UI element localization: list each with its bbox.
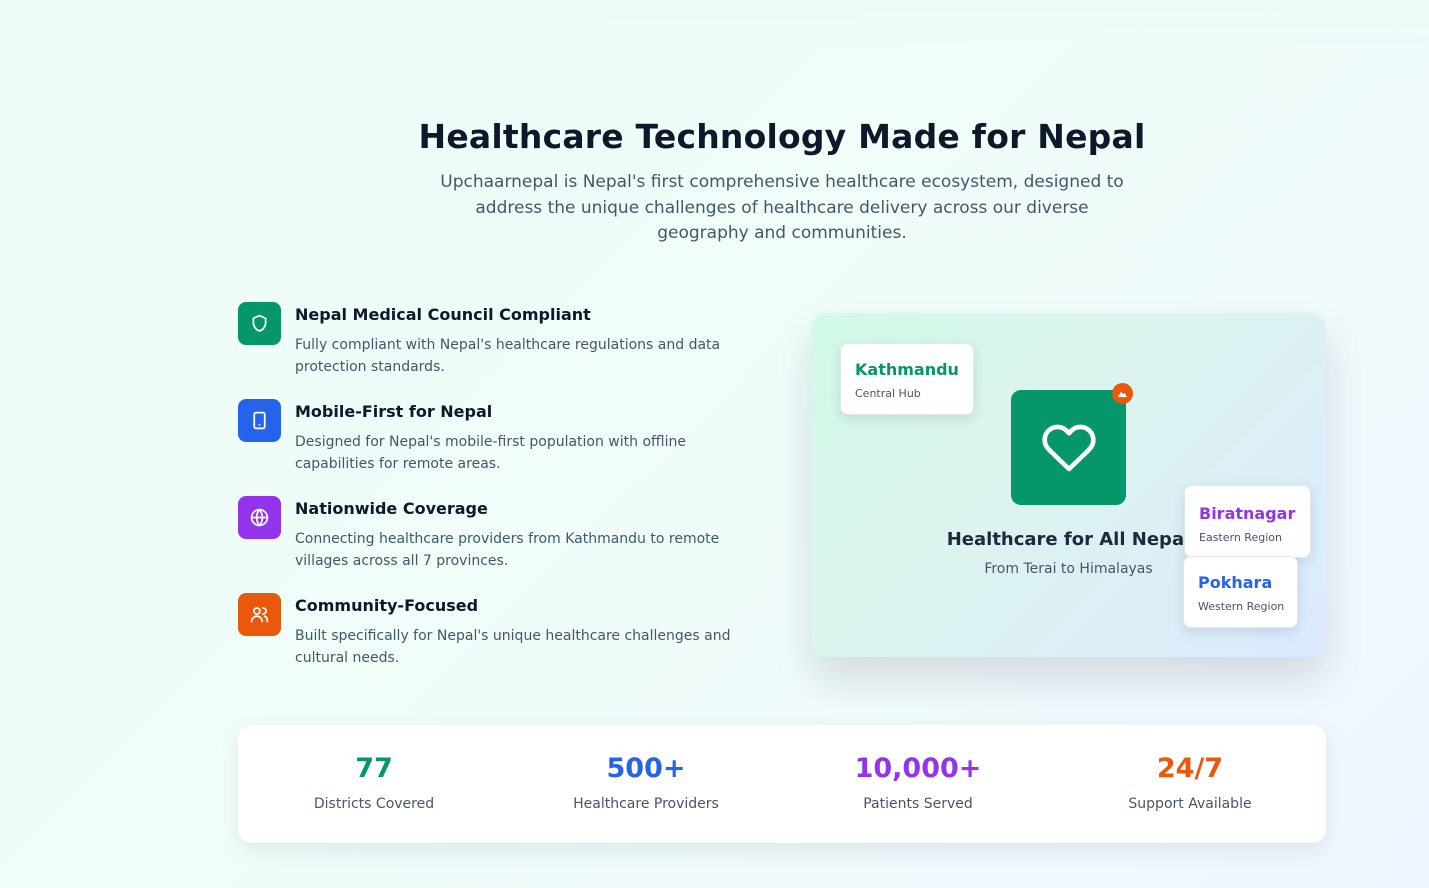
mountain-icon [1112,383,1133,404]
city-card-pokhara: Pokhara Western Region [1183,556,1298,628]
city-card-kathmandu: Kathmandu Central Hub [840,343,974,415]
heart-icon [1011,390,1126,505]
stat-patients: 10,000+ Patients Served [782,725,1054,843]
stat-support: 24/7 Support Available [1054,725,1326,843]
stat-label: Healthcare Providers [573,796,719,812]
page-subtitle: Upchaarnepal is Nepal's first comprehens… [440,172,1124,243]
feature-item-community: Community-Focused Built specifically for… [238,593,758,690]
city-region: Western Region [1198,600,1285,613]
stat-label: Support Available [1128,796,1252,812]
stat-value: 10,000+ [854,753,982,784]
city-region: Central Hub [855,387,921,400]
feature-title: Community-Focused [295,596,479,615]
stat-value: 500+ [606,753,686,784]
feature-item-compliance: Nepal Medical Council Compliant Fully co… [238,302,758,399]
feature-title: Nationwide Coverage [295,499,488,518]
stat-label: Patients Served [863,796,973,812]
stat-value: 77 [355,753,393,784]
smartphone-icon [238,399,281,442]
feature-list: Nepal Medical Council Compliant Fully co… [238,302,758,690]
top-band [0,0,1429,50]
stat-value: 24/7 [1156,753,1224,784]
city-name: Pokhara [1198,573,1273,592]
globe-icon [238,496,281,539]
city-card-biratnagar: Biratnagar Eastern Region [1184,485,1311,558]
feature-description: Built specifically for Nepal's unique he… [295,628,731,666]
page-title: Healthcare Technology Made for Nepal [418,117,1146,156]
coverage-visual-card: Kathmandu Central Hub Healthcare for All… [811,313,1326,657]
city-region: Eastern Region [1199,531,1282,544]
city-name: Biratnagar [1199,504,1296,523]
stat-label: Districts Covered [313,796,435,812]
stats-panel: 77 Districts Covered 500+ Healthcare Pro… [238,725,1326,843]
feature-description: Designed for Nepal's mobile-first popula… [295,434,686,472]
feature-description: Fully compliant with Nepal's healthcare … [295,337,721,375]
feature-title: Nepal Medical Council Compliant [295,305,591,324]
city-name: Kathmandu [855,360,959,379]
stat-providers: 500+ Healthcare Providers [510,725,782,843]
shield-icon [238,302,281,345]
feature-title: Mobile-First for Nepal [295,402,493,421]
stat-districts: 77 Districts Covered [238,725,510,843]
users-icon [238,593,281,636]
feature-item-mobile: Mobile-First for Nepal Designed for Nepa… [238,399,758,496]
feature-item-coverage: Nationwide Coverage Connecting healthcar… [238,496,758,593]
feature-description: Connecting healthcare providers from Kat… [295,531,720,569]
